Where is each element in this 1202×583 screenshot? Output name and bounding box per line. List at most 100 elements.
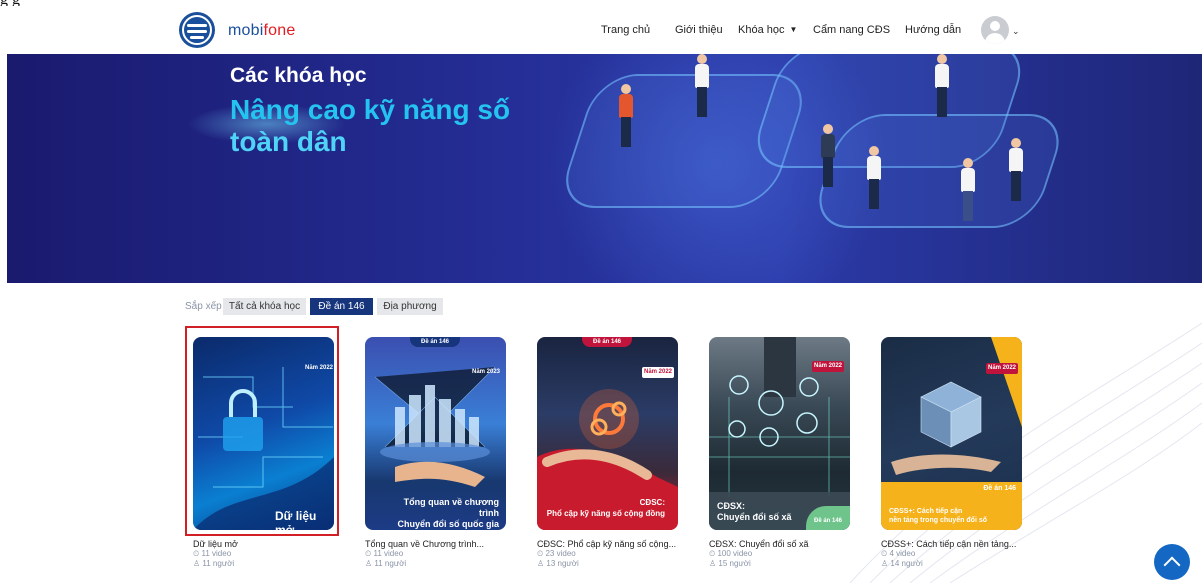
course-videos: ⏲ 11 video [193, 549, 231, 559]
clock-icon: ⏲ [537, 549, 544, 558]
course-people: ♙ 11 người [365, 559, 406, 568]
clock-icon: ⏲ [709, 549, 716, 558]
clock-icon: ⏲ [881, 549, 888, 558]
caption-line1: Tổng quan về chương trình [403, 497, 499, 518]
video-count: 4 video [889, 549, 916, 558]
person-head [1011, 138, 1021, 148]
person-legs [823, 157, 833, 187]
thumbnail-caption: CĐSX: Chuyển đổi số xã [717, 501, 792, 523]
person-legs [937, 87, 947, 117]
course-videos: ⏲ 23 video [537, 549, 576, 559]
top-tag: Đề án 146 [410, 337, 460, 347]
person-torso [821, 134, 835, 158]
person-icon: ♙ [881, 559, 889, 568]
thumbnail-caption: Tổng quan về chương trình Chuyển đổi số … [383, 497, 499, 530]
corner-tag: Đề án 146 [806, 506, 850, 530]
brand-part-mobi: mobi [228, 22, 264, 39]
person-legs [869, 179, 879, 209]
clock-icon: ⏲ [193, 549, 200, 558]
person-icon: ♙ [709, 559, 717, 568]
tab-local[interactable]: Địa phương [377, 298, 443, 315]
nav-item-home[interactable]: Trang chủ [601, 24, 650, 36]
illustration-person [953, 158, 983, 238]
top-navbar: mobifone Trang chủ Giới thiệu Khóa học ▼ … [0, 6, 1202, 54]
course-title[interactable]: CĐSX: Chuyển đổi số xã [709, 539, 859, 549]
person-torso [619, 94, 633, 118]
video-count: 23 video [545, 549, 576, 558]
illustration-person [927, 54, 957, 117]
person-head [621, 84, 631, 94]
caption-line1: CĐSS+: Cách tiếp cận [889, 508, 963, 515]
illustration-person [687, 54, 717, 134]
course-title[interactable]: CĐSC: Phổ cập kỹ năng số cộng... [537, 539, 687, 549]
person-head [697, 54, 707, 64]
people-count: 11 người [202, 559, 235, 568]
mobifone-logo[interactable] [179, 12, 215, 48]
nav-item-courses[interactable]: Khóa học ▼ [738, 24, 797, 36]
video-count: 11 video [201, 549, 232, 558]
course-thumbnail[interactable]: Năm 2022 Đề án 146 CĐSS+: Cách tiếp cận … [881, 337, 1022, 530]
person-torso [961, 168, 975, 192]
thumbnail-caption: CĐSS+: Cách tiếp cận nền tảng trong chuy… [889, 507, 987, 525]
illustration-person [611, 84, 641, 164]
sort-label: Sắp xếp [185, 301, 222, 312]
course-title[interactable]: CĐSS+: Cách tiếp cận nền tảng... [881, 539, 1031, 549]
course-videos: ⏲ 4 video [881, 549, 915, 559]
person-legs [1011, 171, 1021, 201]
clock-icon: ⏲ [365, 549, 372, 558]
logo-wave [190, 36, 204, 39]
brand-name[interactable]: mobifone [228, 22, 295, 40]
illustration-person [859, 146, 889, 226]
chevron-up-icon [1163, 556, 1181, 574]
hero-banner: Các khóa học Nâng cao kỹ năng số toàn dâ… [7, 54, 1202, 283]
tab-all-courses[interactable]: Tất cả khóa học [223, 298, 306, 315]
tab-de-an-146[interactable]: Đề án 146 [310, 298, 373, 315]
person-head [823, 124, 833, 134]
course-thumbnail[interactable]: Đề án 146 Năm 2023 Tổng quan về chương t… [365, 337, 506, 530]
nav-item-guide[interactable]: Hướng dẫn [905, 24, 961, 36]
caption-line2: Chuyển đổi số quốc gia [397, 519, 499, 529]
course-thumbnail[interactable]: Đề án 146 Năm 2022 CĐSC: Phổ cập kỹ năng… [537, 337, 678, 530]
video-count: 100 video [717, 549, 753, 558]
year-tag: Năm 2022 [986, 363, 1018, 374]
banner-subtitle: Các khóa học [230, 64, 367, 87]
nav-item-courses-label: Khóa học [738, 24, 785, 36]
nav-item-about[interactable]: Giới thiệu [675, 24, 723, 36]
scroll-to-top-button[interactable] [1154, 544, 1190, 580]
logo-wave [187, 30, 207, 33]
people-count: 13 người [546, 559, 579, 568]
course-title[interactable]: Tổng quan về Chương trình... [365, 539, 515, 549]
avatar-body [985, 33, 1005, 44]
person-legs [697, 87, 707, 117]
course-people: ♙ 15 người [709, 559, 751, 568]
course-people: ♙ 11 người [193, 559, 234, 568]
people-count: 11 người [374, 559, 407, 568]
people-count: 15 người [718, 559, 751, 568]
year-tag: Năm 2022 [642, 367, 674, 378]
caret-down-icon: ▼ [789, 25, 798, 34]
caption-line2: Phổ cập kỹ năng số cộng đồng [546, 509, 665, 518]
caption-line2: Chuyển đổi số xã [717, 512, 792, 522]
user-avatar[interactable] [981, 16, 1009, 44]
logo-wave [187, 24, 207, 27]
year-tag: Năm 2023 [471, 369, 501, 375]
illustration-person [813, 124, 843, 204]
selection-highlight [185, 326, 339, 536]
illustration-person [1001, 138, 1031, 218]
person-torso [935, 64, 949, 88]
banner-title: Nâng cao kỹ năng số toàn dân [230, 94, 570, 158]
course-videos: ⏲ 100 video [709, 549, 752, 559]
thumbnail-caption: CĐSC: Phổ cập kỹ năng số cộng đồng [543, 497, 665, 519]
course-title[interactable]: Dữ liệu mở [193, 539, 343, 549]
course-thumbnail[interactable]: Năm 2022 CĐSX: Chuyển đổi số xã Đề án 14… [709, 337, 850, 530]
person-head [963, 158, 973, 168]
person-torso [1009, 148, 1023, 172]
person-legs [621, 117, 631, 147]
caption-line1: CĐSC: [639, 498, 665, 507]
nav-item-handbook[interactable]: Cẩm nang CĐS [813, 24, 890, 36]
corner-tag: Đề án 146 [983, 485, 1016, 492]
caption-line1: CĐSX: [717, 501, 746, 511]
avatar-head [990, 21, 1000, 31]
chevron-down-icon[interactable]: ⌄ [1012, 26, 1020, 37]
person-icon: ♙ [365, 559, 373, 568]
